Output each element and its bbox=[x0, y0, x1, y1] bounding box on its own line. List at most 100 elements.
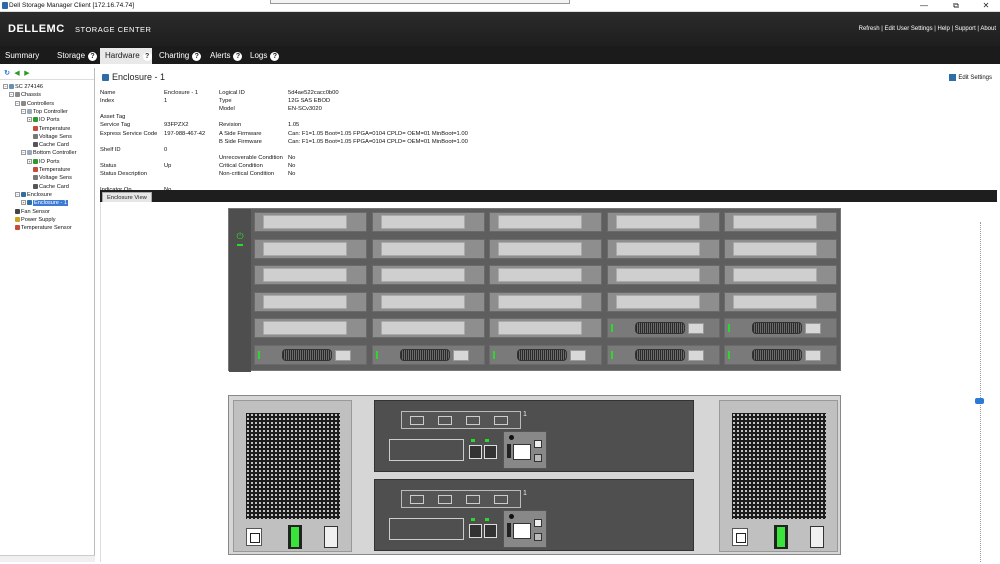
tab-hardware[interactable]: Hardware? bbox=[100, 48, 152, 64]
tab-logs[interactable]: Logs? bbox=[245, 48, 283, 64]
drive-bay-disk[interactable] bbox=[371, 344, 485, 365]
back-arrow-icon[interactable]: ◀ bbox=[13, 70, 21, 78]
collapse-icon[interactable]: − bbox=[21, 150, 26, 156]
tree-node-controllers[interactable]: − Controllers bbox=[15, 100, 54, 108]
minimize-button[interactable]: — bbox=[910, 0, 938, 12]
expand-icon[interactable]: + bbox=[21, 200, 26, 206]
help-icon[interactable]: ? bbox=[233, 52, 243, 61]
collapse-icon[interactable]: − bbox=[15, 191, 20, 197]
drive-blank bbox=[498, 241, 582, 256]
drive-bay-empty[interactable] bbox=[489, 265, 602, 285]
tree-node-sc-274146[interactable]: − SC 274146 bbox=[3, 83, 43, 91]
tree-node-enclosure[interactable]: − Enclosure bbox=[15, 191, 52, 199]
header-link-about[interactable]: About bbox=[980, 26, 996, 32]
zoom-slider-thumb[interactable] bbox=[975, 398, 984, 404]
tree-node-cache-card[interactable]: Cache Card bbox=[33, 141, 69, 149]
drive-bay-empty[interactable] bbox=[371, 265, 485, 285]
main-tab-bar: Summary?Storage?Hardware?Charting?Alerts… bbox=[0, 46, 1000, 77]
edit-settings-button[interactable]: Edit Settings bbox=[949, 74, 992, 81]
header-link-support[interactable]: Support bbox=[955, 26, 976, 32]
expand-icon[interactable]: + bbox=[27, 158, 32, 164]
app-icon bbox=[2, 2, 8, 9]
tree-node-temperature[interactable]: Temperature bbox=[33, 125, 70, 133]
drive-bay-empty[interactable] bbox=[724, 238, 837, 259]
collapse-icon[interactable]: − bbox=[3, 84, 8, 90]
controller-top[interactable]: 1 bbox=[374, 400, 694, 472]
tree-node-voltage-sens[interactable]: Voltage Sens bbox=[33, 133, 72, 141]
drive-blank bbox=[263, 294, 347, 309]
drive-bay-empty[interactable] bbox=[371, 318, 485, 338]
drive-bay-disk[interactable] bbox=[606, 318, 720, 338]
forward-arrow-icon[interactable]: ▶ bbox=[23, 70, 31, 78]
drive-bay-disk[interactable] bbox=[254, 344, 367, 365]
drive-bay-empty[interactable] bbox=[489, 291, 602, 312]
header-link-edit-user-settings[interactable]: Edit User Settings bbox=[885, 26, 933, 32]
drive-bay-empty[interactable] bbox=[371, 238, 485, 259]
tree-node-voltage-sens[interactable]: Voltage Sens bbox=[33, 174, 72, 182]
drive-bay-empty[interactable] bbox=[489, 238, 602, 259]
drive-bay-empty[interactable] bbox=[724, 291, 837, 312]
help-icon[interactable]: ? bbox=[270, 52, 280, 61]
tree-node-label: Controllers bbox=[27, 100, 55, 107]
drive-bay-empty[interactable] bbox=[254, 212, 367, 232]
tree-node-cache-card[interactable]: Cache Card bbox=[33, 183, 69, 191]
drive-bay-disk[interactable] bbox=[489, 344, 602, 365]
tab-charting[interactable]: Charting? bbox=[154, 48, 202, 64]
refresh-icon[interactable]: ↻ bbox=[3, 70, 11, 78]
drive-bay-disk[interactable] bbox=[606, 344, 720, 365]
controller-icon bbox=[27, 108, 32, 114]
zoom-slider[interactable] bbox=[974, 222, 986, 562]
close-button[interactable]: ✕ bbox=[972, 0, 1000, 12]
drive-bay-empty[interactable] bbox=[254, 265, 367, 285]
tree-node-chassis[interactable]: − Chassis bbox=[9, 91, 41, 99]
maximize-button[interactable]: ⧉ bbox=[942, 0, 970, 12]
tab-label: Charting bbox=[159, 51, 190, 60]
drive-bay-empty[interactable] bbox=[606, 238, 720, 259]
header-link-help[interactable]: Help bbox=[937, 26, 949, 32]
expand-icon[interactable]: + bbox=[27, 117, 32, 123]
collapse-icon[interactable]: − bbox=[9, 92, 14, 98]
tree-node-power-supply[interactable]: Power Supply bbox=[15, 216, 56, 224]
drive-bay-empty[interactable] bbox=[606, 212, 720, 232]
drive-enclosure-front: ⏻ bbox=[228, 208, 841, 372]
drive-led bbox=[493, 350, 495, 359]
tab-storage[interactable]: Storage? bbox=[52, 48, 98, 64]
collapse-icon[interactable]: − bbox=[15, 100, 20, 106]
property-label: Service Tag bbox=[100, 122, 131, 129]
collapse-icon[interactable]: − bbox=[21, 108, 26, 114]
tree-node-temperature[interactable]: Temperature bbox=[33, 166, 70, 174]
tree-node-temperature-sensor[interactable]: Temperature Sensor bbox=[15, 224, 72, 232]
drive-bay-empty[interactable] bbox=[606, 291, 720, 312]
drive-bay-disk[interactable] bbox=[724, 344, 837, 365]
tree-node-bottom-controller[interactable]: − Bottom Controller bbox=[21, 149, 77, 157]
drive-bay-empty[interactable] bbox=[724, 265, 837, 285]
drive-bay-empty[interactable] bbox=[489, 318, 602, 338]
help-icon[interactable]: ? bbox=[88, 52, 98, 61]
tree-node-fan-sensor[interactable]: Fan Sensor bbox=[15, 208, 50, 216]
help-icon[interactable]: ? bbox=[142, 52, 152, 61]
drive-bay-empty[interactable] bbox=[606, 265, 720, 285]
header-link-refresh[interactable]: Refresh bbox=[859, 26, 880, 32]
tab-alerts[interactable]: Alerts? bbox=[205, 48, 243, 64]
drive-bay-empty[interactable] bbox=[371, 291, 485, 312]
tab-summary[interactable]: Summary? bbox=[0, 48, 46, 77]
tree-node-top-controller[interactable]: − Top Controller bbox=[21, 108, 68, 116]
title-search-bar[interactable] bbox=[270, 0, 570, 4]
drive-grill bbox=[282, 348, 332, 361]
power-supply-unit-2[interactable] bbox=[719, 400, 838, 552]
tree-node-io-ports[interactable]: + IO Ports bbox=[27, 116, 60, 124]
tree-node-io-ports[interactable]: + IO Ports bbox=[27, 158, 60, 166]
tree-node-enclosure-1[interactable]: + Enclosure - 1 bbox=[21, 199, 68, 207]
drive-bay-disk[interactable] bbox=[724, 318, 837, 338]
power-supply-unit-1[interactable] bbox=[233, 400, 352, 552]
controller-bottom[interactable]: 1 bbox=[374, 479, 694, 551]
drive-bay-empty[interactable] bbox=[254, 318, 367, 338]
sas-ports bbox=[469, 435, 499, 461]
tree-horizontal-scrollbar[interactable] bbox=[0, 555, 95, 562]
drive-bay-empty[interactable] bbox=[254, 238, 367, 259]
drive-bay-empty[interactable] bbox=[254, 291, 367, 312]
drive-bay-empty[interactable] bbox=[724, 212, 837, 232]
help-icon[interactable]: ? bbox=[192, 52, 202, 61]
drive-bay-empty[interactable] bbox=[489, 212, 602, 232]
drive-bay-empty[interactable] bbox=[371, 212, 485, 232]
